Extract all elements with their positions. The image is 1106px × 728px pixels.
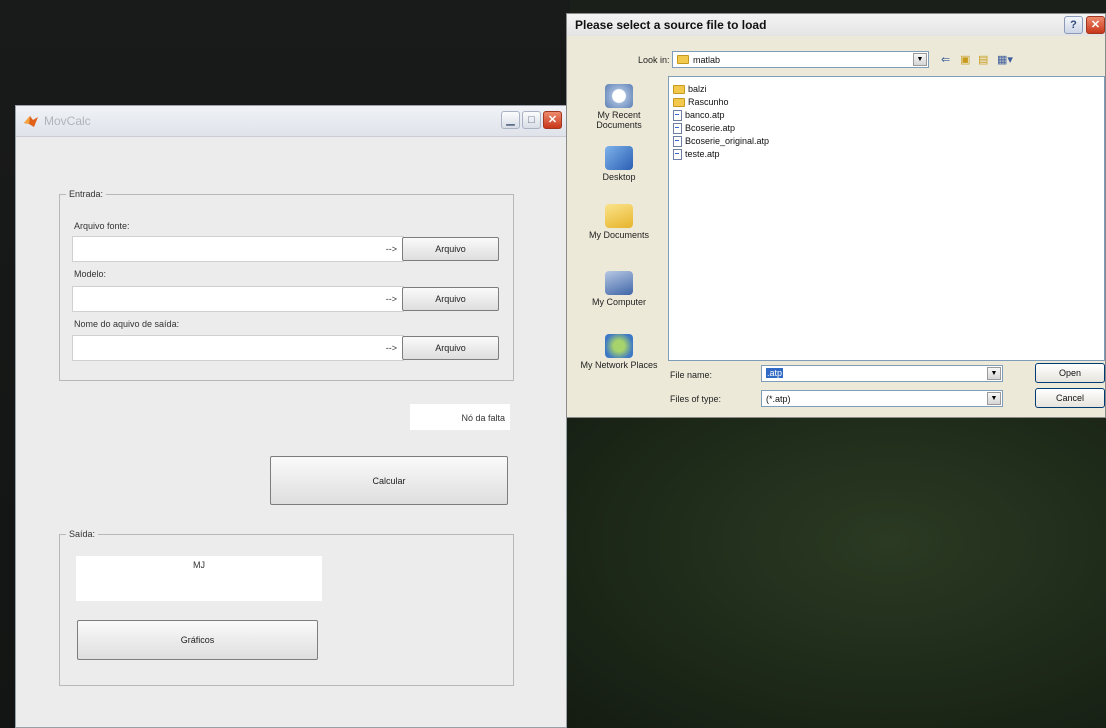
place-my-network-places[interactable]: My Network Places <box>575 334 663 370</box>
file-icon <box>673 148 682 160</box>
place-label: Desktop <box>602 172 636 182</box>
arquivo-fonte-button[interactable]: Arquivo <box>402 237 499 261</box>
network-places-icon <box>605 334 633 358</box>
file-item-balzi[interactable]: balzi <box>673 83 707 95</box>
arrow-indicator: --> <box>385 244 397 254</box>
modelo-label: Modelo: <box>74 269 107 279</box>
file-open-dialog: Please select a source file to load ? ✕ … <box>566 13 1106 418</box>
files-of-type-value: (*.atp) <box>766 394 791 404</box>
file-name-label: File name: <box>670 370 713 380</box>
modelo-input[interactable]: --> <box>72 286 404 312</box>
file-name: Bcoserie_original.atp <box>685 136 770 146</box>
file-list[interactable]: balzi Rascunho banco.atp Bcoserie.atp Bc… <box>668 76 1105 361</box>
places-bar: My Recent Documents Desktop My Documents… <box>575 76 663 411</box>
arrow-indicator: --> <box>385 294 397 304</box>
file-name: Rascunho <box>688 97 729 107</box>
look-in-label: Look in: <box>638 55 670 65</box>
look-in-select[interactable]: matlab ▼ <box>672 51 929 68</box>
open-button[interactable]: Open <box>1035 363 1105 383</box>
arquivo-fonte-input[interactable]: --> <box>72 236 404 262</box>
back-icon[interactable]: ⇐ <box>941 53 950 66</box>
file-item-banco[interactable]: banco.atp <box>673 109 725 121</box>
place-my-recent-documents[interactable]: My Recent Documents <box>575 84 663 130</box>
my-computer-icon <box>605 271 633 295</box>
nome-saida-label: Nome do aquivo de saída: <box>74 319 180 329</box>
file-name-input[interactable]: .atp ▼ <box>761 365 1003 382</box>
movcalc-window: MovCalc ▁ □ ✕ Entrada: Arquivo fonte: --… <box>15 105 567 728</box>
nome-saida-input[interactable]: --> <box>72 335 404 361</box>
chevron-down-icon[interactable]: ▼ <box>913 53 927 66</box>
calcular-button[interactable]: Calcular <box>270 456 508 505</box>
place-label: My Computer <box>591 297 646 307</box>
recent-documents-icon <box>605 84 633 108</box>
new-folder-icon[interactable]: ▤ <box>978 53 988 66</box>
file-icon <box>673 135 682 147</box>
saida-legend: Saída: <box>69 529 96 539</box>
minimize-button[interactable]: ▁ <box>501 111 520 129</box>
place-desktop[interactable]: Desktop <box>575 146 663 182</box>
help-button[interactable]: ? <box>1064 16 1083 34</box>
entrada-legend: Entrada: <box>69 189 104 199</box>
chevron-down-icon[interactable]: ▼ <box>987 392 1001 405</box>
files-of-type-select[interactable]: (*.atp) ▼ <box>761 390 1003 407</box>
cancel-button[interactable]: Cancel <box>1035 388 1105 408</box>
file-name: Bcoserie.atp <box>685 123 736 133</box>
my-documents-icon <box>605 204 633 228</box>
modelo-button[interactable]: Arquivo <box>402 287 499 311</box>
dialog-title: Please select a source file to load <box>575 18 767 32</box>
folder-icon <box>673 97 685 107</box>
file-name: balzi <box>688 84 707 94</box>
arquivo-fonte-label: Arquivo fonte: <box>74 221 130 231</box>
saida-group: Saída: <box>59 529 514 686</box>
desktop-background-right <box>565 418 1106 728</box>
nome-saida-button[interactable]: Arquivo <box>402 336 499 360</box>
file-item-teste[interactable]: teste.atp <box>673 148 720 160</box>
folder-icon <box>673 84 685 94</box>
arrow-indicator: --> <box>385 343 397 353</box>
file-icon <box>673 109 682 121</box>
folder-icon <box>677 55 689 64</box>
files-of-type-label: Files of type: <box>670 394 722 404</box>
place-label: My Network Places <box>580 360 658 370</box>
movcalc-titlebar[interactable]: MovCalc ▁ □ ✕ <box>16 106 566 137</box>
file-item-bcoserie-original[interactable]: Bcoserie_original.atp <box>673 135 769 147</box>
saida-output-text: MJ <box>76 556 322 601</box>
maximize-button[interactable]: □ <box>522 111 541 129</box>
file-item-rascunho[interactable]: Rascunho <box>673 96 729 108</box>
place-label: My Documents <box>588 230 650 240</box>
dialog-titlebar[interactable]: Please select a source file to load ? ✕ <box>567 14 1105 36</box>
file-name: teste.atp <box>685 149 720 159</box>
desktop-icon <box>605 146 633 170</box>
up-folder-icon[interactable]: ▣ <box>960 53 970 66</box>
matlab-app-icon <box>24 116 38 127</box>
place-label: My Recent Documents <box>596 110 642 130</box>
file-icon <box>673 122 682 134</box>
place-my-documents[interactable]: My Documents <box>575 204 663 240</box>
no-da-falta-text: Nó da falta <box>410 404 510 430</box>
place-my-computer[interactable]: My Computer <box>575 271 663 307</box>
close-button[interactable]: ✕ <box>543 111 562 129</box>
dialog-close-button[interactable]: ✕ <box>1086 16 1105 34</box>
file-item-bcoserie[interactable]: Bcoserie.atp <box>673 122 735 134</box>
look-in-value: matlab <box>693 55 721 65</box>
movcalc-title: MovCalc <box>44 114 91 128</box>
chevron-down-icon[interactable]: ▼ <box>987 367 1001 380</box>
view-menu-icon[interactable]: ▦▾ <box>997 53 1013 66</box>
file-name-value: .atp <box>766 368 784 378</box>
file-name: banco.atp <box>685 110 725 120</box>
graficos-button[interactable]: Gráficos <box>77 620 318 660</box>
